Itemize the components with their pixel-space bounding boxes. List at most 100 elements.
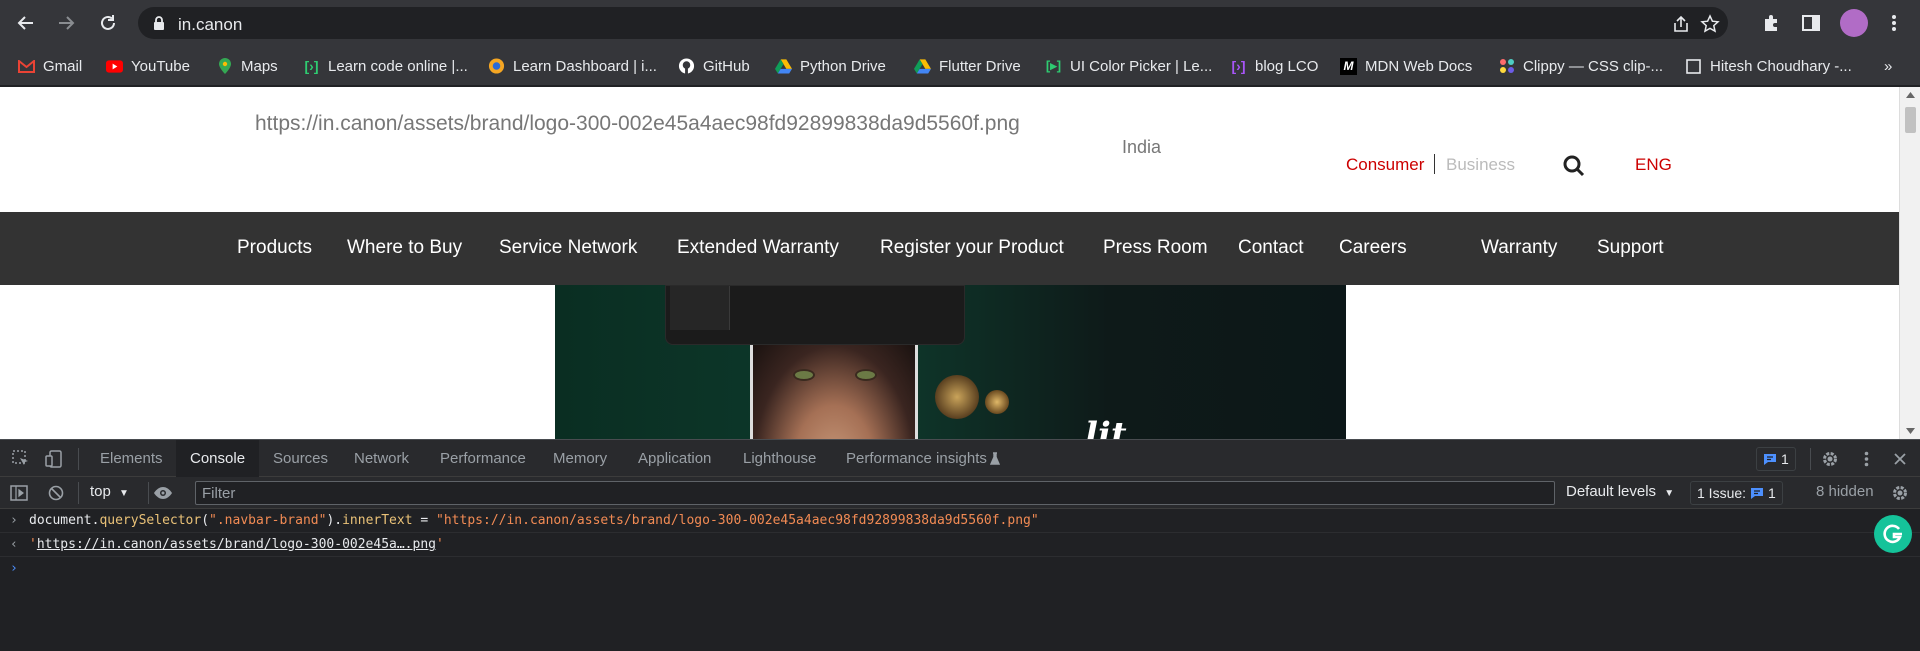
nav-warranty[interactable]: Warranty (1481, 237, 1557, 259)
nav-press-room[interactable]: Press Room (1103, 237, 1208, 259)
address-bar[interactable]: in.canon (138, 7, 1728, 39)
bookmark-star-button[interactable] (1699, 13, 1721, 35)
console-settings-button[interactable] (1889, 482, 1911, 504)
bookmark-learn-code[interactable]: [›] Learn code online |... (303, 55, 468, 77)
bookmark-hitesh[interactable]: Hitesh Choudhary -... (1685, 55, 1852, 77)
nav-service-network[interactable]: Service Network (499, 237, 637, 259)
business-link[interactable]: Business (1446, 155, 1515, 175)
main-navigation: Products Where to Buy Service Network Ex… (0, 212, 1899, 285)
reload-button[interactable] (96, 11, 120, 35)
code-token: = (412, 513, 437, 528)
back-arrow-icon (17, 16, 33, 30)
tab-network[interactable]: Network (354, 440, 409, 477)
inspect-cursor-icon (12, 450, 28, 465)
live-expression-button[interactable] (152, 482, 174, 504)
grammarly-icon (1883, 524, 1902, 544)
bookmark-clippy[interactable]: Clippy — CSS clip-... (1498, 55, 1663, 77)
side-panel-button[interactable] (1799, 11, 1823, 35)
result-link[interactable]: https://in.canon/assets/brand/logo-300-0… (37, 537, 436, 552)
issues-button[interactable]: 1 Issue: 1 (1690, 481, 1783, 505)
filter-placeholder: Filter (202, 485, 236, 502)
drive-icon (775, 58, 792, 75)
inspect-element-button[interactable] (10, 448, 32, 470)
girl-photo (753, 345, 915, 439)
tab-performance-insights[interactable]: Performance insights (846, 440, 987, 477)
hero-banner-image[interactable]: lit (555, 285, 1346, 439)
bookmark-label: UI Color Picker | Le... (1070, 57, 1213, 75)
nav-contact[interactable]: Contact (1238, 237, 1303, 259)
toggle-sidebar-button[interactable] (8, 482, 30, 504)
navbar-brand[interactable]: https://in.canon/assets/brand/logo-300-0… (255, 112, 1020, 136)
bookmark-label: Learn Dashboard | i... (513, 57, 657, 75)
code-icon: [›] (304, 58, 319, 74)
extensions-button[interactable] (1760, 11, 1784, 35)
bookmark-gmail[interactable]: Gmail (18, 55, 82, 77)
tab-application[interactable]: Application (638, 440, 711, 477)
grammarly-button[interactable] (1874, 515, 1912, 553)
tab-sources[interactable]: Sources (273, 440, 328, 477)
context-selector[interactable]: top ▼ (90, 483, 129, 500)
lco-icon (488, 58, 505, 75)
bookmark-learn-dashboard[interactable]: Learn Dashboard | i... (488, 55, 657, 77)
nav-register-product[interactable]: Register your Product (880, 237, 1064, 259)
tab-memory[interactable]: Memory (553, 440, 607, 477)
bookmark-mdn[interactable]: M MDN Web Docs (1340, 55, 1472, 77)
bookmark-python-drive[interactable]: Python Drive (775, 55, 886, 77)
bookmark-label: Flutter Drive (939, 57, 1021, 75)
printer-image (665, 285, 965, 345)
console-prompt[interactable]: › (0, 557, 1920, 581)
devtools-settings-button[interactable] (1819, 448, 1841, 470)
console-filter-input[interactable]: Filter (195, 481, 1555, 505)
result-text[interactable]: 'https://in.canon/assets/brand/logo-300-… (29, 537, 444, 552)
nav-support[interactable]: Support (1597, 237, 1664, 259)
command-text[interactable]: document.querySelector(".navbar-brand").… (29, 513, 1039, 528)
bookmark-blog-lco[interactable]: [›] blog LCO (1230, 55, 1319, 77)
device-toolbar-button[interactable] (43, 448, 65, 470)
nav-where-to-buy[interactable]: Where to Buy (347, 237, 462, 259)
chrome-menu-button[interactable] (1882, 11, 1906, 35)
sidebar-toggle-icon (10, 485, 28, 501)
share-button[interactable] (1670, 13, 1692, 35)
messages-badge[interactable]: 1 (1756, 447, 1796, 471)
scrollbar-thumb[interactable] (1905, 107, 1916, 133)
lock-icon (154, 16, 164, 30)
page-scrollbar[interactable] (1899, 87, 1920, 439)
star-icon (1700, 14, 1720, 33)
side-panel-icon (1802, 15, 1820, 31)
tab-performance[interactable]: Performance (440, 440, 526, 477)
console-toolbar: top ▼ Filter Default levels ▼ 1 Issue: 1… (0, 477, 1920, 509)
tab-console[interactable]: Console (176, 440, 260, 477)
devtools-more-button[interactable] (1855, 448, 1877, 470)
code-token: "https://in.canon/assets/brand/logo-300-… (436, 513, 1039, 528)
tab-lighthouse[interactable]: Lighthouse (743, 440, 816, 477)
messages-count: 1 (1781, 451, 1789, 467)
language-switcher[interactable]: ENG (1635, 155, 1672, 175)
site-search-button[interactable] (1563, 155, 1585, 182)
nav-products[interactable]: Products (237, 237, 312, 259)
bookmark-github[interactable]: GitHub (678, 55, 750, 77)
log-levels-dropdown[interactable]: Default levels ▼ (1566, 483, 1674, 500)
gear-icon (1893, 486, 1907, 500)
bookmark-youtube[interactable]: YouTube (106, 55, 190, 77)
tab-elements[interactable]: Elements (100, 440, 163, 477)
consumer-link[interactable]: Consumer (1346, 155, 1424, 175)
bookmark-maps[interactable]: Maps (216, 55, 278, 77)
bookmark-label: Gmail (43, 57, 83, 75)
nav-careers[interactable]: Careers (1339, 237, 1407, 259)
kebab-menu-icon (1892, 15, 1896, 31)
bookmarks-overflow-button[interactable]: » (1884, 55, 1892, 77)
profile-avatar[interactable] (1840, 9, 1868, 37)
back-button[interactable] (14, 11, 38, 35)
nav-extended-warranty[interactable]: Extended Warranty (677, 237, 839, 259)
forward-button[interactable] (54, 11, 78, 35)
eye-icon (154, 487, 172, 499)
clear-console-button[interactable] (45, 482, 67, 504)
mdn-icon: M (1340, 57, 1357, 75)
bookmark-flutter-drive[interactable]: Flutter Drive (914, 55, 1021, 77)
bookmark-ui-color-picker[interactable]: [▸] UI Color Picker | Le... (1045, 55, 1212, 77)
console-output[interactable]: › document.querySelector(".navbar-brand"… (0, 509, 1920, 651)
gear-icon (1823, 452, 1837, 466)
devtools-close-button[interactable] (1889, 448, 1911, 470)
issues-label: 1 Issue: (1697, 485, 1747, 501)
github-icon (678, 58, 695, 75)
